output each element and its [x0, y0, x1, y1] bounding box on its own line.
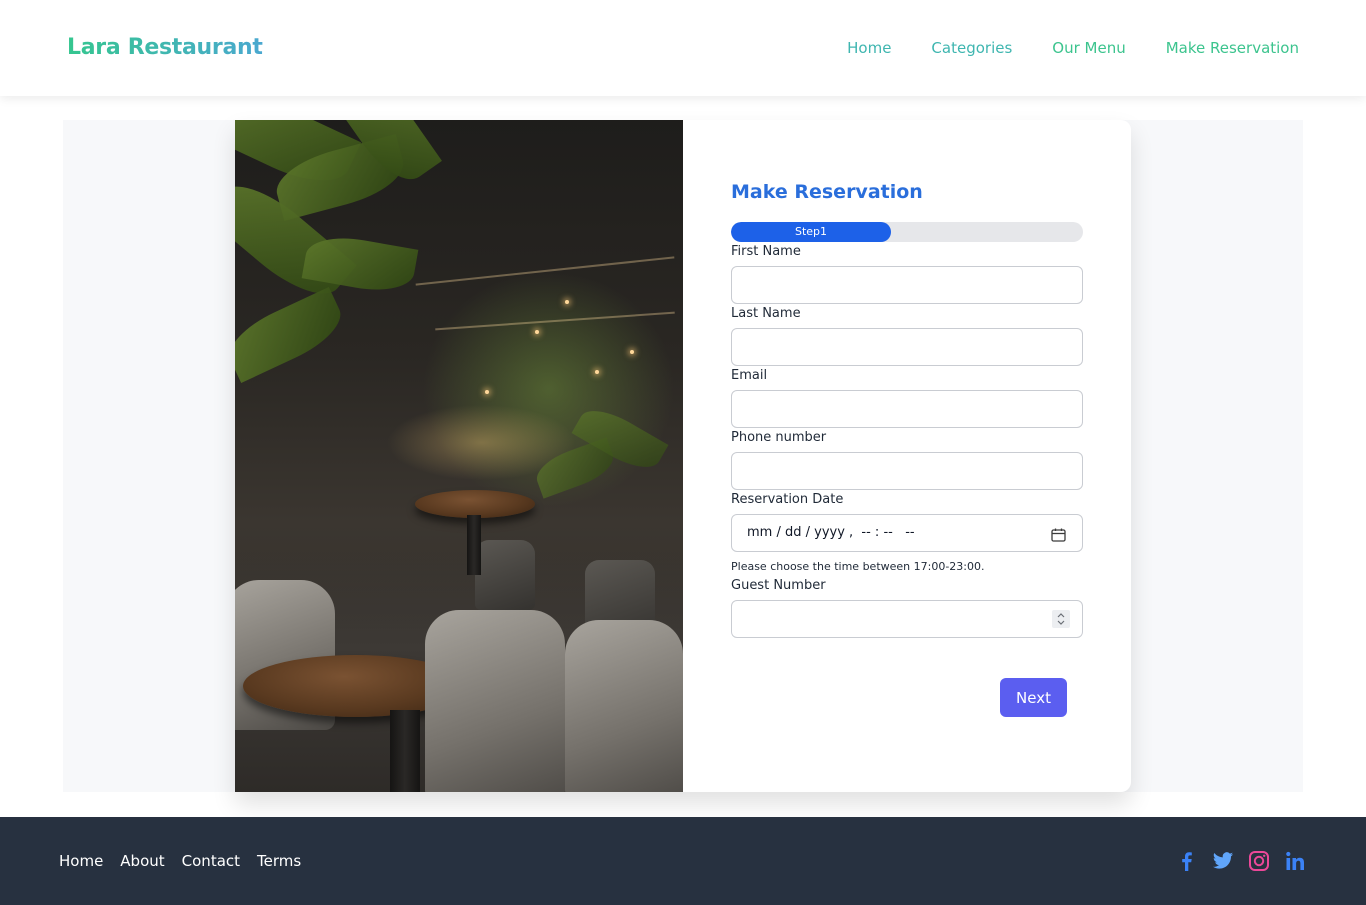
first-name-label: First Name: [731, 244, 801, 259]
guest-number-label: Guest Number: [731, 578, 826, 593]
progress-label: Step1: [794, 225, 828, 238]
progress-bar: Step1: [731, 222, 1083, 242]
restaurant-photo: [235, 120, 683, 792]
instagram-icon[interactable]: [1248, 850, 1270, 872]
guest-number-input[interactable]: [732, 601, 1082, 637]
site-footer: Home About Contact Terms: [0, 817, 1366, 905]
first-name-input[interactable]: [732, 267, 1082, 303]
email-label: Email: [731, 368, 768, 383]
phone-field-wrapper: [731, 452, 1083, 490]
reservation-date-input[interactable]: mm / dd / yyyy , -- : -- --: [731, 514, 1083, 552]
twitter-icon[interactable]: [1212, 850, 1234, 872]
footer-link-terms[interactable]: Terms: [257, 852, 301, 870]
calendar-icon[interactable]: [1051, 527, 1066, 542]
stepper-icon[interactable]: [1052, 610, 1070, 628]
last-name-input[interactable]: [732, 329, 1082, 365]
footer-link-home[interactable]: Home: [59, 852, 103, 870]
guest-number-field-wrapper: [731, 600, 1083, 638]
nav-make-reservation[interactable]: Make Reservation: [1166, 39, 1299, 57]
facebook-icon[interactable]: [1176, 850, 1198, 872]
next-button[interactable]: Next: [1000, 678, 1067, 717]
email-field-wrapper: [731, 390, 1083, 428]
phone-label: Phone number: [731, 430, 827, 445]
site-header: Lara Restaurant Home Categories Our Menu…: [0, 0, 1366, 96]
reservation-date-placeholder: mm / dd / yyyy , -- : -- --: [747, 525, 915, 540]
reservation-card: Make Reservation Step1 First Name Last N…: [235, 120, 1131, 792]
footer-link-contact[interactable]: Contact: [182, 852, 240, 870]
email-input[interactable]: [732, 391, 1082, 427]
nav-our-menu[interactable]: Our Menu: [1052, 39, 1125, 57]
nav-home[interactable]: Home: [847, 39, 891, 57]
footer-nav: Home About Contact Terms: [59, 852, 301, 870]
reservation-date-help: Please choose the time between 17:00-23:…: [731, 560, 985, 573]
reservation-date-label: Reservation Date: [731, 492, 844, 507]
first-name-field-wrapper: [731, 266, 1083, 304]
last-name-field-wrapper: [731, 328, 1083, 366]
brand-logo[interactable]: Lara Restaurant: [67, 35, 263, 60]
nav-categories[interactable]: Categories: [931, 39, 1012, 57]
linkedin-icon[interactable]: [1284, 850, 1306, 872]
main-nav: Home Categories Our Menu Make Reservatio…: [847, 39, 1299, 57]
form-title: Make Reservation: [731, 181, 923, 203]
reservation-form: Make Reservation Step1 First Name Last N…: [731, 120, 1083, 792]
social-links: [1176, 850, 1306, 872]
footer-link-about[interactable]: About: [120, 852, 164, 870]
last-name-label: Last Name: [731, 306, 801, 321]
phone-input[interactable]: [732, 453, 1082, 489]
